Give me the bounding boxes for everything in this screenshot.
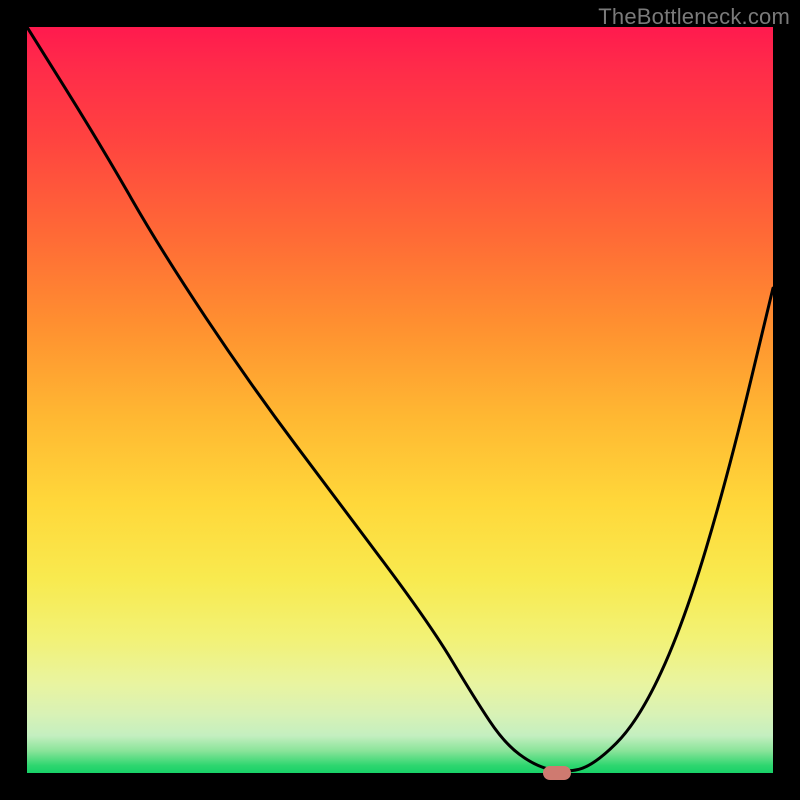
optimal-marker [543,766,571,780]
chart-plot-area [27,27,773,773]
chart-root: TheBottleneck.com [0,0,800,800]
watermark-text: TheBottleneck.com [598,4,790,30]
